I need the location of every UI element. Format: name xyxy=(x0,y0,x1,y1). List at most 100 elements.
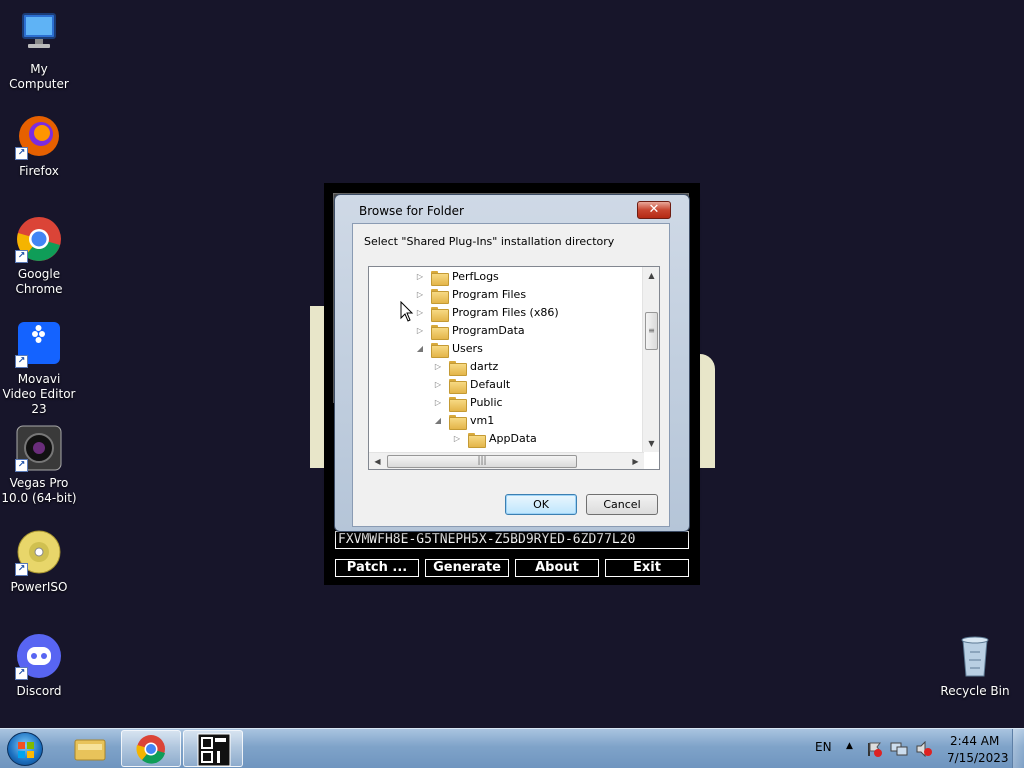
taskbar-chrome-button[interactable] xyxy=(121,730,181,767)
clock-date[interactable]: 7/15/2023 xyxy=(947,751,1009,765)
discord-icon: ↗ xyxy=(15,632,63,680)
collapse-arrow-icon[interactable]: ◢ xyxy=(415,340,425,358)
tree-item-program-files[interactable]: ▷ Program Files xyxy=(415,286,526,304)
desktop-icon-label: Recycle Bin xyxy=(940,684,1010,698)
horizontal-scrollbar[interactable]: ◀ ||| ▶ xyxy=(369,452,644,469)
scroll-up-arrow-icon[interactable]: ▲ xyxy=(643,267,659,284)
taskbar-keygen-button[interactable] xyxy=(183,730,243,767)
tree-item-vm1[interactable]: ◢ vm1 xyxy=(433,412,494,430)
action-center-flag-icon[interactable] xyxy=(866,741,882,757)
dialog-prompt: Select "Shared Plug-Ins" installation di… xyxy=(364,235,615,248)
expand-arrow-icon[interactable]: ▷ xyxy=(452,430,462,448)
dialog-client-area: Select "Shared Plug-Ins" installation di… xyxy=(352,223,670,527)
folder-icon xyxy=(449,396,467,412)
tree-item-dartz[interactable]: ▷ dartz xyxy=(433,358,498,376)
folder-tree[interactable]: ▷ PerfLogs ▷ Program Files ▷ Program Fil… xyxy=(368,266,660,470)
tree-item-label: dartz xyxy=(470,360,499,373)
collapse-arrow-icon[interactable]: ◢ xyxy=(433,412,443,430)
tree-item-programdata[interactable]: ▷ ProgramData xyxy=(415,322,525,340)
ok-button[interactable]: OK xyxy=(505,494,577,515)
desktop-icon-discord[interactable]: ↗ Discord xyxy=(0,632,78,699)
expand-arrow-icon[interactable]: ▷ xyxy=(415,286,425,304)
volume-muted-icon[interactable] xyxy=(915,741,933,757)
expand-arrow-icon[interactable]: ▷ xyxy=(433,394,443,412)
show-desktop-button[interactable] xyxy=(1012,729,1024,768)
windows-logo-icon xyxy=(18,742,34,758)
firefox-icon: ↗ xyxy=(15,112,63,160)
expand-arrow-icon[interactable]: ▷ xyxy=(415,304,425,322)
vertical-scroll-thumb[interactable]: ≡ xyxy=(645,312,658,350)
folder-icon xyxy=(431,324,449,340)
tree-item-label: Public xyxy=(470,396,503,409)
desktop-icon-movavi[interactable]: ↗ Movavi Video Editor 23 xyxy=(0,320,78,417)
desktop-icon-label: My Computer xyxy=(9,62,69,91)
tree-item-appdata[interactable]: ▷ AppData xyxy=(452,430,537,448)
folder-icon xyxy=(431,342,449,358)
folder-icon xyxy=(449,378,467,394)
close-button[interactable]: ✕ xyxy=(637,201,671,219)
scroll-right-arrow-icon[interactable]: ▶ xyxy=(627,453,644,469)
taskbar-explorer-button[interactable] xyxy=(60,730,120,767)
browse-for-folder-dialog: Browse for Folder ✕ Select "Shared Plug-… xyxy=(334,194,690,532)
tree-item-users[interactable]: ◢ Users xyxy=(415,340,483,358)
horizontal-scroll-thumb[interactable]: ||| xyxy=(387,455,577,468)
tree-item-label: Default xyxy=(470,378,511,391)
folder-icon xyxy=(449,414,467,430)
mouse-cursor-icon xyxy=(400,301,414,322)
folder-icon xyxy=(468,432,486,448)
shortcut-arrow-icon: ↗ xyxy=(15,459,28,472)
about-button[interactable]: About xyxy=(515,559,599,577)
cancel-button[interactable]: Cancel xyxy=(586,494,658,515)
tree-item-label: Users xyxy=(452,342,483,355)
movavi-icon: ↗ xyxy=(15,320,63,368)
shortcut-arrow-icon: ↗ xyxy=(15,563,28,576)
network-icon[interactable] xyxy=(890,741,908,757)
language-indicator[interactable]: EN xyxy=(815,740,832,754)
shortcut-arrow-icon: ↗ xyxy=(15,667,28,680)
tree-item-default[interactable]: ▷ Default xyxy=(433,376,510,394)
tree-item-label: vm1 xyxy=(470,414,495,427)
chrome-icon: ↗ xyxy=(15,215,63,263)
expand-arrow-icon[interactable]: ▷ xyxy=(415,322,425,340)
folder-icon xyxy=(431,306,449,322)
poweriso-icon: ↗ xyxy=(15,528,63,576)
desktop-icon-my-computer[interactable]: My Computer xyxy=(0,10,78,92)
tree-item-public[interactable]: ▷ Public xyxy=(433,394,503,412)
folder-icon xyxy=(449,360,467,376)
expand-arrow-icon[interactable]: ▷ xyxy=(415,268,425,286)
expand-arrow-icon[interactable]: ▷ xyxy=(433,376,443,394)
desktop-icon-vegas[interactable]: ↗ Vegas Pro 10.0 (64-bit) xyxy=(0,424,78,506)
desktop-icon-recycle-bin[interactable]: Recycle Bin xyxy=(936,632,1014,699)
tree-item-label: PerfLogs xyxy=(452,270,499,283)
dialog-title: Browse for Folder xyxy=(359,204,464,218)
taskbar: EN ▲ 2:44 AM 7/15/2023 xyxy=(0,728,1024,768)
scroll-down-arrow-icon[interactable]: ▼ xyxy=(643,435,659,452)
computer-icon xyxy=(15,10,63,58)
expand-arrow-icon[interactable]: ▷ xyxy=(433,358,443,376)
desktop-icon-firefox[interactable]: ↗ Firefox xyxy=(0,112,78,179)
chrome-icon xyxy=(136,735,165,764)
generate-button[interactable]: Generate xyxy=(425,559,509,577)
exit-button[interactable]: Exit xyxy=(605,559,689,577)
tree-item-label: ProgramData xyxy=(452,324,525,337)
patch-button[interactable]: Patch ... xyxy=(335,559,419,577)
tree-item-perflogs[interactable]: ▷ PerfLogs xyxy=(415,268,499,286)
keygen-side-panel-right xyxy=(700,354,715,468)
shortcut-arrow-icon: ↗ xyxy=(15,147,28,160)
keygen-icon xyxy=(197,733,231,767)
activation-code-field[interactable]: FXVMWFH8E-G5TNEPH5X-Z5BD9RYED-6ZD77L20 xyxy=(335,531,689,549)
start-button[interactable] xyxy=(7,732,43,766)
vertical-scrollbar[interactable]: ▲ ≡ ▼ xyxy=(642,267,659,452)
desktop-icon-label: Firefox xyxy=(19,164,59,178)
clock-time[interactable]: 2:44 AM xyxy=(950,734,999,748)
tree-item-label: Program Files (x86) xyxy=(452,306,559,319)
tree-item-program-files-x86[interactable]: ▷ Program Files (x86) xyxy=(415,304,559,322)
desktop-icon-poweriso[interactable]: ↗ PowerISO xyxy=(0,528,78,595)
explorer-icon xyxy=(74,739,106,761)
desktop-icon-label: Google Chrome xyxy=(15,267,63,296)
scroll-left-arrow-icon[interactable]: ◀ xyxy=(369,453,386,469)
desktop-icon-chrome[interactable]: ↗ Google Chrome xyxy=(0,215,78,297)
desktop-icon-label: Discord xyxy=(16,684,62,698)
show-hidden-icons-arrow-icon[interactable]: ▲ xyxy=(846,741,853,751)
shortcut-arrow-icon: ↗ xyxy=(15,355,28,368)
